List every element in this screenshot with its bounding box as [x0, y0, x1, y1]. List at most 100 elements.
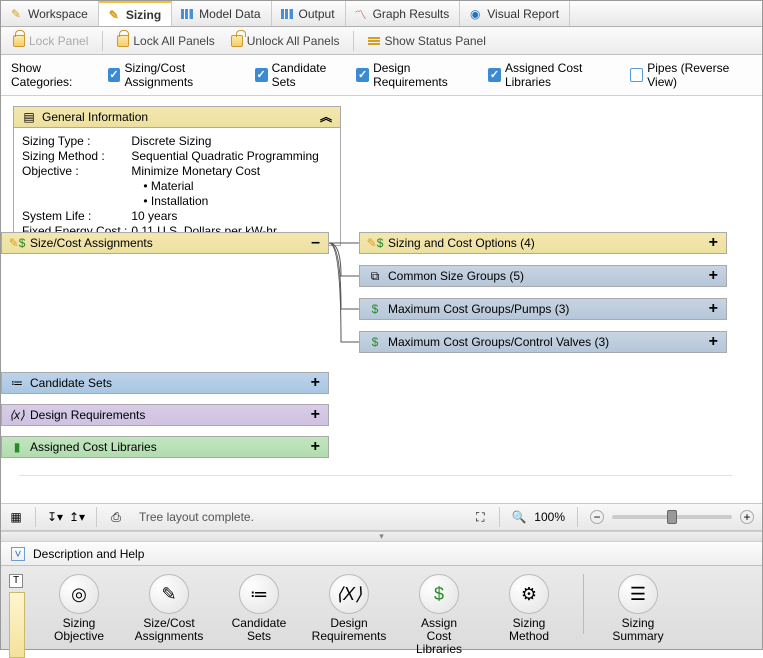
tab-model-data[interactable]: Model Data — [172, 1, 271, 26]
node-assigned-cost-libs[interactable]: ▮Assigned Cost Libraries+ — [1, 436, 329, 458]
separator — [353, 31, 354, 51]
tab-label: Output — [299, 7, 335, 21]
collapse-button[interactable]: – — [311, 235, 320, 251]
chk-design-req[interactable]: Design Requirements — [356, 61, 478, 89]
help-label: Description and Help — [33, 547, 144, 561]
btn-sizing-objective[interactable]: ◎SizingObjective — [43, 574, 115, 643]
tab-label: Visual Report — [487, 7, 559, 21]
zoom-slider[interactable] — [612, 515, 732, 519]
btn-design-requirements[interactable]: ⟨X⟩DesignRequirements — [313, 574, 385, 643]
help-toggle-icon[interactable]: ˅ — [11, 547, 25, 561]
tab-label: Model Data — [199, 7, 260, 21]
tab-workspace[interactable]: ✎Workspace — [1, 1, 99, 26]
summary-icon: ☰ — [618, 574, 658, 614]
chk-pipes-reverse[interactable]: Pipes (Reverse View) — [630, 61, 752, 89]
general-info-panel: ▤General Information ︽ Sizing Type :Disc… — [13, 106, 341, 246]
btn-sizing-summary[interactable]: ☰SizingSummary — [602, 574, 674, 643]
node-sizing-options[interactable]: ✎$Sizing and Cost Options (4)+ — [359, 232, 727, 254]
separator — [583, 574, 584, 634]
btn-candidate-sets[interactable]: ≔CandidateSets — [223, 574, 295, 643]
expand-button[interactable]: + — [311, 439, 320, 455]
expand-button[interactable]: + — [709, 268, 718, 284]
label: Sizing Method : — [22, 149, 131, 164]
pencil-icon: ✎$ — [10, 236, 24, 250]
group-icon: ⧉ — [368, 269, 382, 283]
flow-icon: ⚙ — [509, 574, 549, 614]
value: Discrete Sizing — [131, 134, 322, 149]
checkbox-icon — [255, 68, 268, 82]
tab-label: Sizing — [126, 8, 161, 22]
tab-output[interactable]: Output — [272, 1, 346, 26]
node-candidate-sets[interactable]: ≔Candidate Sets+ — [1, 372, 329, 394]
expand-button[interactable]: + — [311, 375, 320, 391]
chk-sizing-cost[interactable]: Sizing/Cost Assignments — [108, 61, 245, 89]
pencil-icon: ✎ — [149, 574, 189, 614]
show-categories-label: Show Categories: — [11, 61, 98, 89]
label: Sizing Type : — [22, 134, 131, 149]
zoom-in-button[interactable]: + — [740, 510, 754, 524]
library-icon: ▮ — [10, 440, 24, 454]
tab-sizing[interactable]: ✎Sizing — [99, 1, 172, 26]
bullet-item: Installation — [131, 194, 318, 208]
checkbox-icon — [488, 68, 501, 82]
general-info-body: Sizing Type :Discrete Sizing Sizing Meth… — [13, 128, 341, 246]
node-max-cost-valves[interactable]: $Maximum Cost Groups/Control Valves (3)+ — [359, 331, 727, 353]
node-design-requirements[interactable]: ⟨x⟩Design Requirements+ — [1, 404, 329, 426]
checkbox-icon — [356, 68, 369, 82]
checkbox-icon — [108, 68, 121, 82]
label: Objective : — [22, 164, 131, 179]
show-categories-row: Show Categories: Sizing/Cost Assignments… — [1, 55, 762, 96]
expand-button[interactable]: + — [709, 301, 718, 317]
help-bar: ˅ Description and Help — [1, 541, 762, 565]
zoom-value: 100% — [534, 510, 565, 524]
unlock-all-button[interactable]: Unlock All Panels — [225, 32, 346, 50]
tab-graph-results[interactable]: 〽Graph Results — [346, 1, 461, 26]
pencil-icon: ✎$ — [368, 236, 382, 250]
node-max-cost-pumps[interactable]: $Maximum Cost Groups/Pumps (3)+ — [359, 298, 727, 320]
side-toggle[interactable]: T — [9, 574, 23, 588]
tab-visual-report[interactable]: ◉Visual Report — [460, 1, 570, 26]
target-icon: ◎ — [59, 574, 99, 614]
collapse-tool-icon[interactable]: ↥▾ — [70, 510, 84, 524]
lock-panel-button[interactable]: Lock Panel — [7, 32, 94, 50]
value: Sequential Quadratic Programming — [131, 149, 322, 164]
list-icon: ≔ — [10, 376, 24, 390]
variable-icon: ⟨X⟩ — [329, 574, 369, 614]
btn-sizing-method[interactable]: ⚙SizingMethod — [493, 574, 565, 643]
expand-button[interactable]: + — [709, 235, 718, 251]
print-icon[interactable]: ⎙ — [109, 510, 123, 524]
collapse-icon[interactable]: ︽ — [320, 111, 332, 123]
dollar-icon: $ — [419, 574, 459, 614]
tree-canvas[interactable]: ▤General Information ︽ Sizing Type :Disc… — [1, 96, 762, 503]
btn-sizecost-assignments[interactable]: ✎Size/CostAssignments — [133, 574, 205, 643]
info-icon: ▤ — [22, 110, 36, 124]
separator — [102, 31, 103, 51]
variable-icon: ⟨x⟩ — [10, 408, 24, 422]
splitter-grip[interactable]: ▾ — [1, 531, 762, 541]
value: Minimize Monetary Cost — [131, 164, 322, 179]
general-info-header[interactable]: ▤General Information ︽ — [13, 106, 341, 128]
magnify-icon[interactable]: 🔍 — [512, 510, 526, 524]
bottom-toolbar: T ◎SizingObjective ✎Size/CostAssignments… — [1, 565, 762, 649]
expand-button[interactable]: + — [311, 407, 320, 423]
checkbox-icon — [630, 68, 643, 82]
lock-icon — [117, 35, 129, 47]
side-tabs: T — [9, 574, 25, 658]
lock-icon — [13, 35, 25, 47]
node-common-size-groups[interactable]: ⧉Common Size Groups (5)+ — [359, 265, 727, 287]
expand-button[interactable]: + — [709, 334, 718, 350]
side-tab[interactable] — [9, 592, 25, 658]
btn-assign-cost-libraries[interactable]: $AssignCost Libraries — [403, 574, 475, 656]
main-tabs: ✎Workspace ✎Sizing Model Data Output 〽Gr… — [1, 1, 762, 27]
fit-icon[interactable]: ⛶ — [473, 510, 487, 524]
chk-candidate-sets[interactable]: Candidate Sets — [255, 61, 346, 89]
expand-tool-icon[interactable]: ↧▾ — [48, 510, 62, 524]
chk-cost-libs[interactable]: Assigned Cost Libraries — [488, 61, 620, 89]
zoom-out-button[interactable]: − — [590, 510, 604, 524]
node-sizecost[interactable]: ✎$Size/Cost Assignments– — [1, 232, 329, 254]
show-status-button[interactable]: Show Status Panel — [362, 32, 491, 50]
lock-all-button[interactable]: Lock All Panels — [111, 32, 220, 50]
tree-tool-icon[interactable]: ▦ — [9, 510, 23, 524]
zoom-thumb[interactable] — [667, 510, 677, 524]
status-bar: ▦ ↧▾ ↥▾ ⎙ Tree layout complete. ⛶ 🔍 100%… — [1, 503, 762, 531]
